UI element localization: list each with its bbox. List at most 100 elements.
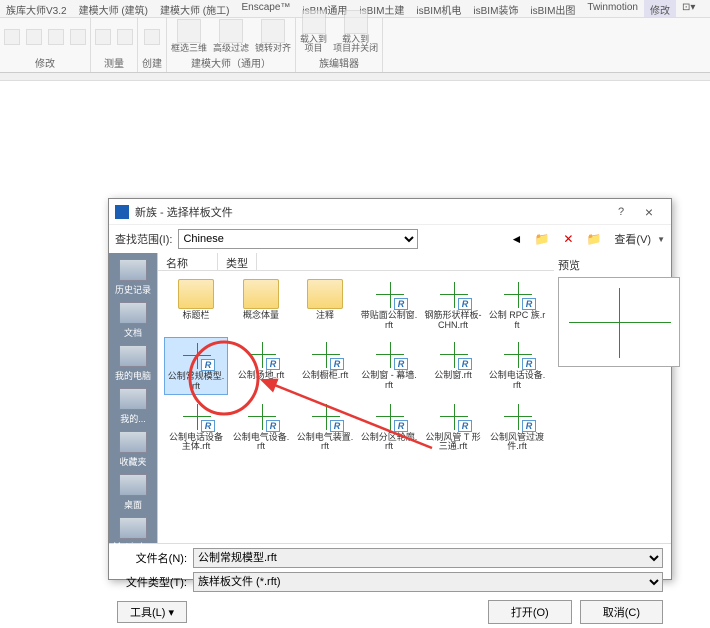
sidebar-item-label: 历史记录 xyxy=(115,283,151,296)
ribbon-button-icon[interactable] xyxy=(70,29,86,45)
file-item[interactable]: R公制电气装置.rft xyxy=(294,399,356,455)
filename-field[interactable]: 公制常规模型.rft xyxy=(193,548,663,568)
ribbon-button-icon[interactable] xyxy=(302,10,326,34)
ribbon-tab[interactable]: Enscape™ xyxy=(235,0,296,17)
back-button[interactable]: ◄ xyxy=(506,229,526,249)
ribbon-group: 测量 xyxy=(91,18,138,72)
ribbon-button-icon[interactable] xyxy=(4,29,20,45)
tools-button[interactable]: 工具(L) ▾ xyxy=(117,601,187,623)
col-name[interactable]: 名称 xyxy=(158,253,218,270)
file-item[interactable]: R公制分区轮廓.rft xyxy=(358,399,420,455)
file-item-label: 公制风管过渡件.rft xyxy=(488,433,546,453)
sidebar-item-label: 桌面 xyxy=(124,498,142,511)
file-item-label: 注释 xyxy=(296,311,354,321)
preview-box xyxy=(558,277,680,367)
file-item[interactable]: R带贴面公制窗.rft xyxy=(358,277,420,333)
look-in-select[interactable]: Chinese xyxy=(178,229,418,249)
ribbon-tab[interactable]: Twinmotion xyxy=(581,0,644,17)
file-item-label: 钢筋形状样板-CHN.rft xyxy=(424,311,482,331)
ribbon-button-icon[interactable] xyxy=(144,29,160,45)
file-item[interactable]: R公制窗.rft xyxy=(422,337,484,395)
folder-icon xyxy=(178,279,214,309)
rft-file-icon: R xyxy=(435,339,471,369)
rft-file-icon: R xyxy=(371,279,407,309)
sidebar-item-label: 我的电脑 xyxy=(115,369,151,382)
sidebar-item-label: 我的... xyxy=(120,412,146,425)
close-button[interactable]: × xyxy=(633,204,665,220)
ribbon-tab[interactable]: isBIM机电 xyxy=(410,0,467,17)
ribbon-button-icon[interactable] xyxy=(177,19,201,43)
ribbon-group: 框选三维高级过滤镜转对齐建模大师（通用） xyxy=(167,18,296,72)
dialog-title: 新族 - 选择样板文件 xyxy=(135,204,609,220)
ribbon-group-label: 建模大师（通用） xyxy=(191,53,271,70)
open-button[interactable]: 打开(O) xyxy=(488,600,572,624)
file-item-label: 公制 RPC 族.rft xyxy=(488,311,546,331)
file-item[interactable]: R公制窗 - 幕墙.rft xyxy=(358,337,420,395)
ribbon-tab[interactable]: 建模大师 (建筑) xyxy=(73,0,154,17)
new-folder-icon[interactable]: 📁 xyxy=(584,229,604,249)
view-menu[interactable]: 查看(V) xyxy=(614,231,651,247)
ribbon-button-icon[interactable] xyxy=(219,19,243,43)
sidebar-item[interactable]: 我的... xyxy=(109,386,157,427)
ribbon-group-label: 创建 xyxy=(142,53,162,70)
ribbon-body: 修改测量创建框选三维高级过滤镜转对齐建模大师（通用）载入到 项目载入到 项目并关… xyxy=(0,18,710,73)
filetype-field[interactable]: 族样板文件 (*.rft) xyxy=(193,572,663,592)
look-in-label: 查找范围(I): xyxy=(115,231,172,247)
cancel-button[interactable]: 取消(C) xyxy=(580,600,663,624)
file-item[interactable]: 注释 xyxy=(294,277,356,333)
sidebar-item-label: 文档 xyxy=(124,326,142,339)
file-item-label: 公制场地.rft xyxy=(232,371,290,381)
file-item[interactable]: R公制风管过渡件.rft xyxy=(486,399,548,455)
file-item[interactable]: R公制电话设备主体.rft xyxy=(164,399,228,455)
file-item[interactable]: 概念体量 xyxy=(230,277,292,333)
file-item[interactable]: R公制橱柜.rft xyxy=(294,337,356,395)
sidebar-item-label: 收藏夹 xyxy=(119,455,146,468)
rft-file-icon: R xyxy=(435,401,471,431)
ribbon-tab[interactable]: 建模大师 (施工) xyxy=(154,0,235,17)
sidebar-item-icon xyxy=(119,431,147,453)
ribbon-group-label: 测量 xyxy=(104,53,124,70)
help-button[interactable]: ? xyxy=(609,206,633,218)
file-item[interactable]: R公制电话设备.rft xyxy=(486,337,548,395)
ribbon-tab[interactable]: ⊡▾ xyxy=(676,0,701,17)
file-item-label: 公制电气装置.rft xyxy=(296,433,354,453)
file-item[interactable]: R公制风管 T 形三通.rft xyxy=(422,399,484,455)
ribbon-button-icon[interactable] xyxy=(95,29,111,45)
sidebar-item[interactable]: 历史记录 xyxy=(109,257,157,298)
ribbon-button-icon[interactable] xyxy=(48,29,64,45)
sidebar-item-icon xyxy=(119,259,147,281)
delete-button[interactable]: ✕ xyxy=(558,229,578,249)
file-item[interactable]: R公制 RPC 族.rft xyxy=(486,277,548,333)
ribbon-tab[interactable]: isBIM出图 xyxy=(524,0,581,17)
file-item-label: 标题栏 xyxy=(167,311,225,321)
ribbon-tab[interactable]: 修改 xyxy=(644,0,676,17)
look-in-row: 查找范围(I): Chinese ◄ 📁 ✕ 📁 查看(V) ▼ xyxy=(109,225,671,253)
ribbon-tab[interactable]: 族库大师V3.2 xyxy=(0,0,73,17)
col-type[interactable]: 类型 xyxy=(218,253,257,270)
ribbon-button-icon[interactable] xyxy=(117,29,133,45)
ribbon-tab[interactable]: isBIM装饰 xyxy=(467,0,524,17)
ribbon-button-icon[interactable] xyxy=(261,19,285,43)
file-item[interactable]: R钢筋形状样板-CHN.rft xyxy=(422,277,484,333)
rft-file-icon: R xyxy=(371,401,407,431)
sidebar-item[interactable]: 文档 xyxy=(109,300,157,341)
file-item[interactable]: 标题栏 xyxy=(164,277,228,333)
ribbon-button-label: 镜转对齐 xyxy=(255,44,291,53)
file-item[interactable]: R公制常规模型.rft xyxy=(164,337,228,395)
view-dropdown-icon[interactable]: ▼ xyxy=(657,235,665,244)
file-item-label: 公制电气设备.rft xyxy=(232,433,290,453)
file-item-label: 公制分区轮廓.rft xyxy=(360,433,418,453)
places-sidebar: 历史记录文档我的电脑我的...收藏夹桌面Metric L... xyxy=(109,253,157,543)
file-item[interactable]: R公制场地.rft xyxy=(230,337,292,395)
sidebar-item-icon xyxy=(119,517,147,539)
ribbon-button-icon[interactable] xyxy=(26,29,42,45)
file-item[interactable]: R公制电气设备.rft xyxy=(230,399,292,455)
ribbon-group-label: 修改 xyxy=(35,53,55,70)
ribbon-button-icon[interactable] xyxy=(344,10,368,34)
file-item-label: 公制窗 - 幕墙.rft xyxy=(360,371,418,391)
file-grid[interactable]: 标题栏概念体量注释R带贴面公制窗.rftR钢筋形状样板-CHN.rftR公制 R… xyxy=(158,271,554,543)
up-folder-icon[interactable]: 📁 xyxy=(532,229,552,249)
sidebar-item[interactable]: 桌面 xyxy=(109,472,157,513)
sidebar-item[interactable]: 我的电脑 xyxy=(109,343,157,384)
sidebar-item[interactable]: 收藏夹 xyxy=(109,429,157,470)
